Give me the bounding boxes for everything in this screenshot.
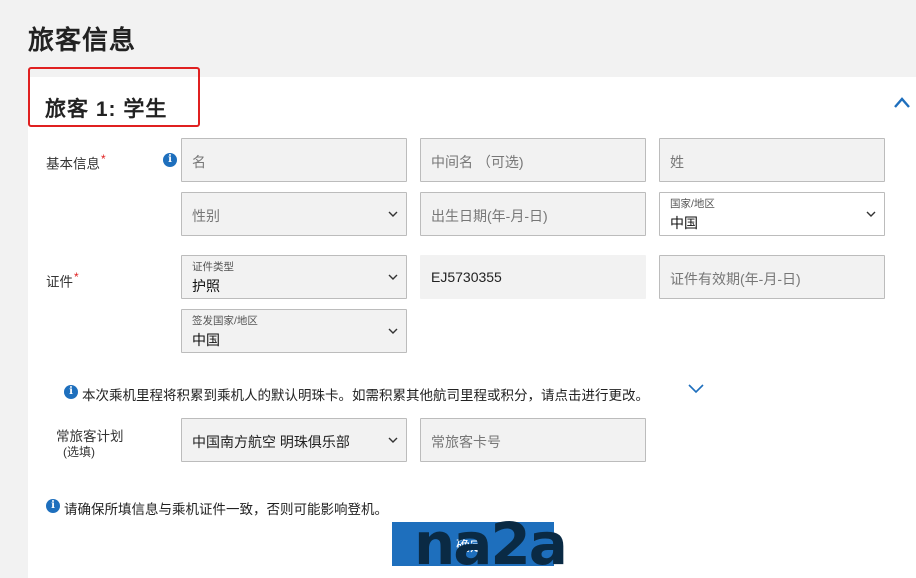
chevron-down-icon [866,211,876,217]
chevron-down-icon [388,211,398,217]
ffp-card-number-field[interactable]: 常旅客卡号 [420,418,646,462]
basic-info-label: 基本信息* [46,152,106,173]
issuing-country-label: 签发国家/地区 [192,315,258,327]
dob-field[interactable]: 出生日期(年-月-日) [420,192,646,236]
highlight-box [28,67,200,127]
chevron-down-icon [388,437,398,443]
document-type-select[interactable]: 证件类型 护照 [181,255,407,299]
ffp-label: 常旅客计划 [56,429,124,444]
ffp-sublabel: (选填) [63,445,95,459]
required-mark: * [101,152,106,166]
country-select[interactable]: 国家/地区 中国 [659,192,885,236]
issuing-country-value: 中国 [192,332,220,348]
document-expiry-field[interactable]: 证件有效期(年-月-日) [659,255,885,299]
ffp-card-placeholder: 常旅客卡号 [431,434,501,450]
chevron-down-icon [388,328,398,334]
info-icon: i [46,499,60,513]
page-title: 旅客信息 [28,25,137,55]
dob-placeholder: 出生日期(年-月-日) [431,208,548,224]
info-icon: i [64,385,78,399]
info-icon[interactable]: i [163,153,177,167]
ffp-program-select[interactable]: 中国南方航空 明珠俱乐部 [181,418,407,462]
required-mark: * [74,270,79,284]
chevron-down-icon[interactable] [688,384,704,394]
document-expiry-placeholder: 证件有效期(年-月-日) [670,271,801,287]
watermark: na2a [414,510,568,578]
gender-placeholder: 性别 [192,208,220,224]
first-name-field[interactable]: 名 [181,138,407,182]
chevron-up-icon[interactable] [893,95,911,109]
chevron-down-icon [388,274,398,280]
last-name-field[interactable]: 姓 [659,138,885,182]
last-name-placeholder: 姓 [670,154,684,170]
consistency-note: 请确保所填信息与乘机证件一致，否则可能影响登机。 [64,502,388,517]
issuing-country-select[interactable]: 签发国家/地区 中国 [181,309,407,353]
mileage-note: 本次乘机里程将积累到乘机人的默认明珠卡。如需积累其他航司里程或积分，请点击进行更… [82,388,649,403]
basic-info-label-text: 基本信息 [46,156,100,172]
ffp-program-value: 中国南方航空 明珠俱乐部 [192,434,350,450]
document-label: 证件* [46,270,79,291]
middle-name-field[interactable]: 中间名 （可选) [420,138,646,182]
document-type-label: 证件类型 [192,261,234,273]
country-label: 国家/地区 [670,198,715,210]
country-value: 中国 [670,215,698,231]
middle-name-placeholder: 中间名 （可选) [431,154,524,170]
first-name-placeholder: 名 [192,154,206,170]
gender-select[interactable]: 性别 [181,192,407,236]
document-label-text: 证件 [46,274,73,290]
document-number-value: EJ5730355 [431,269,502,285]
document-type-value: 护照 [192,278,220,294]
document-number-field[interactable]: EJ5730355 [420,255,646,299]
